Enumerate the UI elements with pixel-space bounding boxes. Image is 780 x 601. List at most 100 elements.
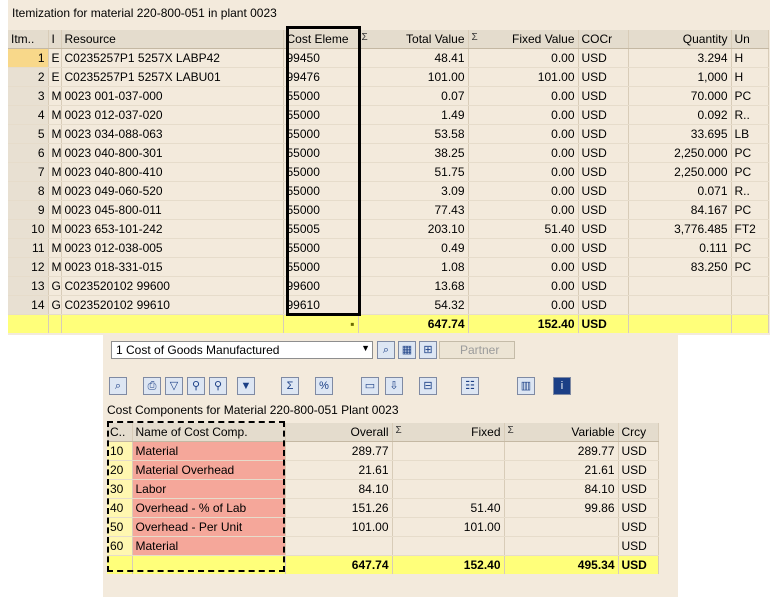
col-un[interactable]: Un — [731, 30, 769, 49]
table-row[interactable]: 50 Overhead - Per Unit 101.00 101.00 USD — [107, 517, 659, 537]
total-value[interactable]: 3.09 — [358, 181, 469, 201]
unit[interactable]: PC — [731, 143, 769, 163]
fixed-value[interactable]: 0.00 — [468, 181, 579, 201]
graphic-icon[interactable]: ▥ — [517, 377, 535, 395]
currency[interactable]: USD — [578, 257, 629, 277]
overall-value[interactable]: 151.26 — [285, 498, 393, 518]
col-overall[interactable]: Overall — [285, 423, 393, 442]
cost-element[interactable]: 99600 — [283, 276, 359, 296]
cost-element[interactable]: 55000 — [283, 238, 359, 258]
row-number[interactable]: 8 — [8, 181, 49, 201]
unit[interactable]: PC — [731, 162, 769, 182]
component-number[interactable]: 20 — [107, 460, 133, 480]
filter-icon[interactable]: ▽ — [165, 377, 183, 395]
currency[interactable]: USD — [578, 143, 629, 163]
col-cost-element[interactable]: Cost Eleme — [283, 30, 359, 49]
fixed-value[interactable]: 0.00 — [468, 257, 579, 277]
info-icon[interactable]: i — [553, 377, 571, 395]
fixed-value[interactable] — [392, 441, 505, 461]
variable-value[interactable]: 99.86 — [504, 498, 619, 518]
table-row[interactable]: 10 M 0023 653-101-242 55005 203.10 51.40 USD 3,… — [8, 219, 769, 239]
col-fixed-value[interactable]: Σ Fixed Value — [468, 30, 579, 49]
total-value[interactable]: 203.10 — [358, 219, 469, 239]
cost-element[interactable]: 99476 — [283, 67, 359, 87]
table-row[interactable]: 12 M 0023 018-331-015 55000 1.08 0.00 USD 83.25… — [8, 257, 769, 277]
resource[interactable]: 0023 040-800-301 — [61, 143, 284, 163]
item-category[interactable]: M — [48, 143, 62, 163]
component-name[interactable]: Labor — [132, 479, 286, 499]
fixed-value[interactable]: 51.40 — [468, 219, 579, 239]
row-number[interactable]: 14 — [8, 295, 49, 315]
row-number[interactable]: 5 — [8, 124, 49, 144]
variable-value[interactable]: 289.77 — [504, 441, 619, 461]
overall-value[interactable]: 289.77 — [285, 441, 393, 461]
table-row[interactable]: 2 E C0235257P1 5257X LABU01 99476 101.00 101.… — [8, 67, 769, 87]
total-value[interactable]: 0.07 — [358, 86, 469, 106]
quantity[interactable]: 2,250.000 — [628, 162, 732, 182]
fixed-value[interactable]: 0.00 — [468, 86, 579, 106]
row-number[interactable]: 12 — [8, 257, 49, 277]
item-category[interactable]: E — [48, 67, 62, 87]
currency[interactable]: USD — [578, 295, 629, 315]
col-name[interactable]: Name of Cost Comp. — [132, 423, 286, 442]
currency[interactable]: USD — [578, 219, 629, 239]
total-value[interactable]: 38.25 — [358, 143, 469, 163]
cost-element[interactable]: 55000 — [283, 143, 359, 163]
row-number[interactable]: 6 — [8, 143, 49, 163]
table-row[interactable]: 10 Material 289.77 289.77 USD — [107, 441, 659, 461]
quantity[interactable]: 83.250 — [628, 257, 732, 277]
item-category[interactable]: M — [48, 200, 62, 220]
cost-element[interactable]: 99450 — [283, 48, 359, 68]
row-number[interactable]: 7 — [8, 162, 49, 182]
component-name[interactable]: Material — [132, 441, 286, 461]
component-number[interactable]: 40 — [107, 498, 133, 518]
zoom-icon[interactable]: ⌕ — [377, 341, 395, 359]
currency[interactable]: USD — [578, 105, 629, 125]
cost-element[interactable]: 99610 — [283, 295, 359, 315]
cost-element[interactable]: 55000 — [283, 200, 359, 220]
resource[interactable]: 0023 653-101-242 — [61, 219, 284, 239]
component-name[interactable]: Overhead - % of Lab — [132, 498, 286, 518]
cost-element[interactable]: 55005 — [283, 219, 359, 239]
table-row[interactable]: 14 G C023520102 99610 99610 54.32 0.00 USD — [8, 295, 769, 315]
fixed-value[interactable] — [392, 479, 505, 499]
total-value[interactable]: 0.49 — [358, 238, 469, 258]
table-row[interactable]: 8 M 0023 049-060-520 55000 3.09 0.00 USD 0.071 R… — [8, 181, 769, 201]
component-number[interactable]: 50 — [107, 517, 133, 537]
row-number[interactable]: 13 — [8, 276, 49, 296]
row-number[interactable]: 3 — [8, 86, 49, 106]
grid-icon[interactable]: ▦ — [398, 341, 416, 359]
fixed-value[interactable]: 51.40 — [392, 498, 505, 518]
col-variable[interactable]: Σ Variable — [504, 423, 619, 442]
table-row[interactable]: 9 M 0023 045-800-011 55000 77.43 0.00 USD 84.16… — [8, 200, 769, 220]
resource[interactable]: 0023 001-037-000 — [61, 86, 284, 106]
quantity[interactable]: 0.111 — [628, 238, 732, 258]
fixed-value[interactable]: 0.00 — [468, 124, 579, 144]
quantity[interactable]: 0.092 — [628, 105, 732, 125]
unit[interactable]: R.. — [731, 105, 769, 125]
cost-element[interactable]: 55000 — [283, 257, 359, 277]
find-icon[interactable]: ⚲ — [187, 377, 205, 395]
fixed-value[interactable]: 0.00 — [468, 143, 579, 163]
currency[interactable]: USD — [578, 276, 629, 296]
fixed-value[interactable]: 0.00 — [468, 48, 579, 68]
total-value[interactable]: 51.75 — [358, 162, 469, 182]
row-number[interactable]: 1 — [8, 48, 49, 68]
hierarchy-icon[interactable]: ⊞ — [419, 341, 437, 359]
unit[interactable]: R.. — [731, 181, 769, 201]
currency[interactable]: USD — [578, 67, 629, 87]
col-i[interactable]: I — [48, 30, 62, 49]
cost-element[interactable]: 55000 — [283, 86, 359, 106]
currency[interactable]: USD — [618, 479, 659, 499]
resource[interactable]: 0023 018-331-015 — [61, 257, 284, 277]
variable-value[interactable]: 84.10 — [504, 479, 619, 499]
unit[interactable]: H — [731, 48, 769, 68]
quantity[interactable]: 0.071 — [628, 181, 732, 201]
col-quantity[interactable]: Quantity — [628, 30, 732, 49]
col-total-value[interactable]: Σ Total Value — [358, 30, 469, 49]
component-number[interactable]: 60 — [107, 536, 133, 556]
fixed-value[interactable] — [392, 536, 505, 556]
chevron-down-icon[interactable]: ▼ — [361, 343, 370, 353]
unit[interactable]: LB — [731, 124, 769, 144]
resource[interactable]: 0023 012-037-020 — [61, 105, 284, 125]
